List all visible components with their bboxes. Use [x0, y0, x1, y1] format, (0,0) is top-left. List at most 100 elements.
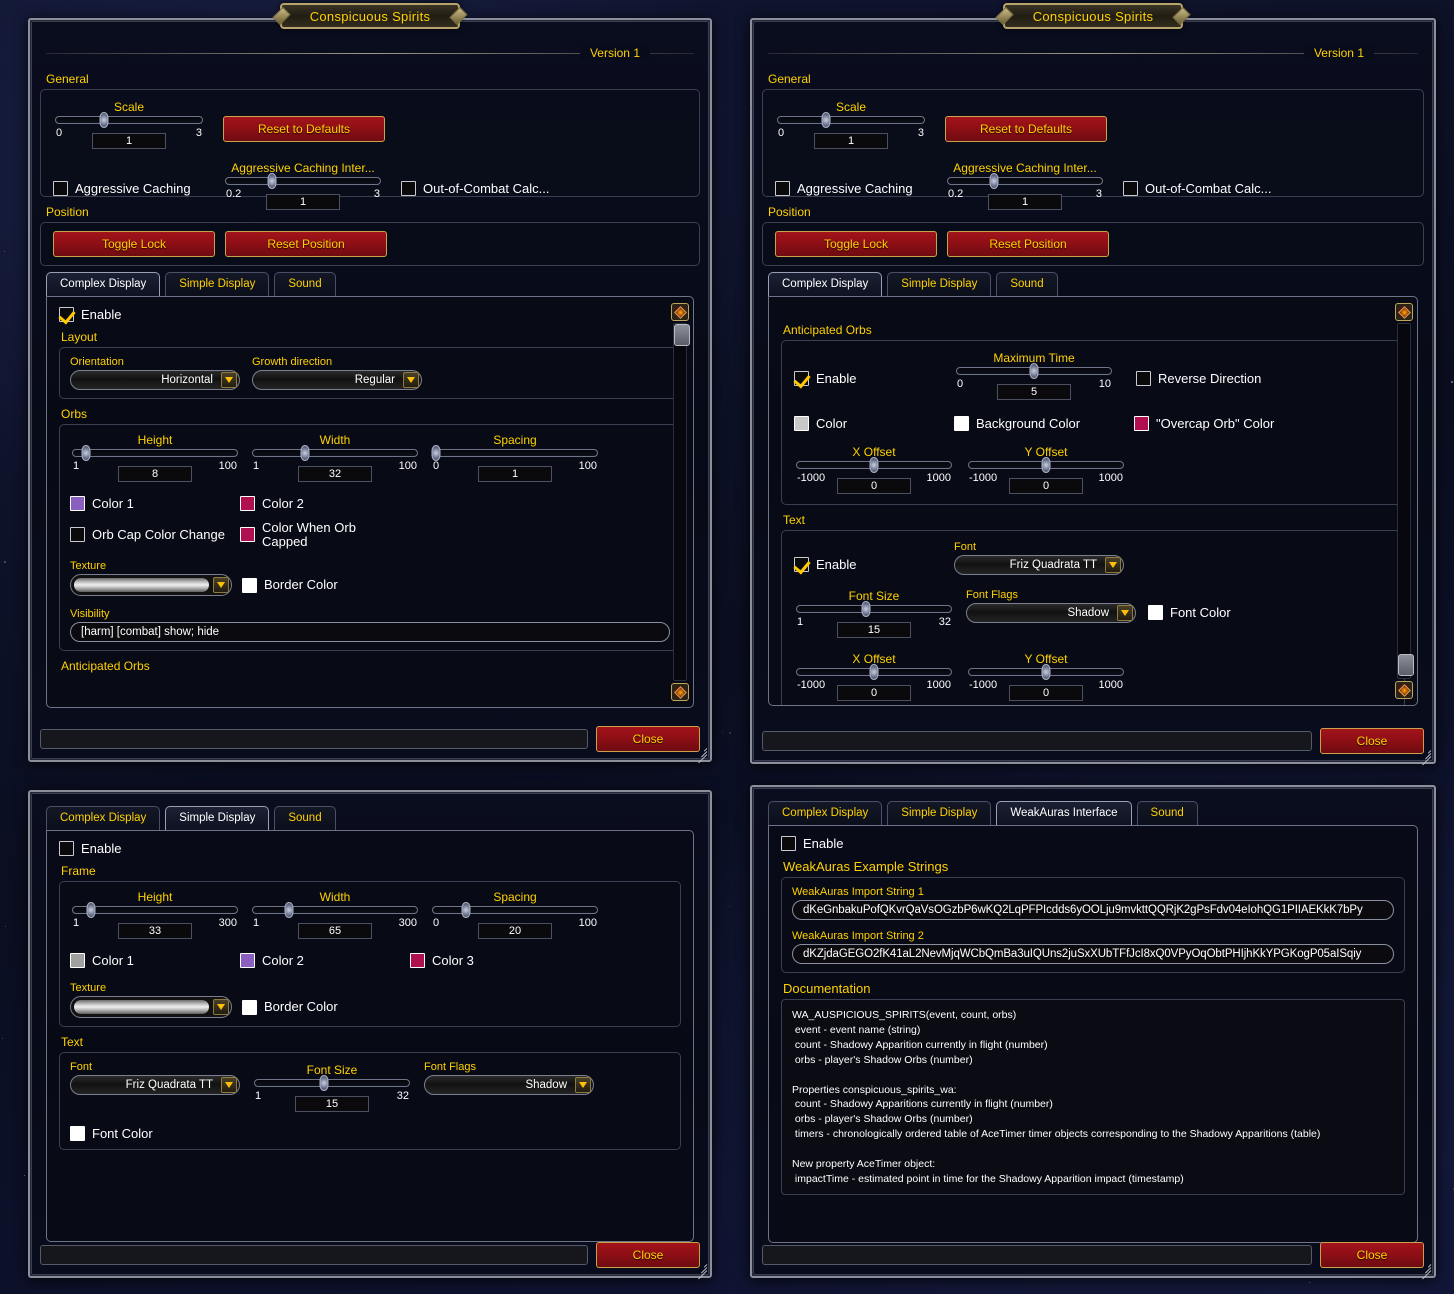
- chevron-down-icon[interactable]: [221, 372, 237, 388]
- orb-color2-row[interactable]: Color 2: [240, 496, 304, 511]
- orientation-dropdown[interactable]: Horizontal: [70, 370, 240, 390]
- resize-grip-1[interactable]: [693, 743, 707, 757]
- orb-border-color-row[interactable]: Border Color: [242, 578, 338, 593]
- frame-border-color-row[interactable]: Border Color: [242, 1000, 338, 1015]
- reset-position-button[interactable]: Reset Position: [225, 231, 387, 257]
- out-of-combat-checkbox[interactable]: [401, 181, 416, 196]
- scrollbar-track[interactable]: [1397, 323, 1411, 679]
- reset-to-defaults-button[interactable]: Reset to Defaults: [223, 116, 385, 142]
- orb-cap-color-change-checkbox[interactable]: [70, 527, 85, 542]
- orb-spacing-slider[interactable]: Spacing 0 100 1: [430, 433, 600, 482]
- tab-sound[interactable]: Sound: [274, 806, 335, 830]
- orb-width-value[interactable]: 32: [298, 466, 372, 482]
- scroll-up-button[interactable]: [1395, 303, 1413, 321]
- scale-slider[interactable]: Scale 0 3 1: [53, 100, 205, 149]
- frame-color1-swatch[interactable]: [70, 953, 85, 968]
- tab-complex-display[interactable]: Complex Display: [46, 272, 160, 296]
- complex-enable-checkbox[interactable]: [59, 307, 74, 322]
- frame-border-color-swatch[interactable]: [242, 1000, 257, 1015]
- tab-weakauras-interface[interactable]: WeakAuras Interface: [996, 801, 1131, 825]
- aggressive-caching-checkbox[interactable]: [53, 181, 68, 196]
- orb-cap-color-change-row[interactable]: Orb Cap Color Change: [70, 527, 240, 542]
- resize-grip-3[interactable]: [693, 1259, 707, 1273]
- scroll-up-button[interactable]: [671, 303, 689, 321]
- orb-spacing-value[interactable]: 1: [478, 466, 552, 482]
- chevron-down-icon[interactable]: [575, 1077, 591, 1093]
- visibility-input[interactable]: [harm] [combat] show; hide: [70, 622, 670, 642]
- frame-color3-row[interactable]: Color 3: [410, 953, 474, 968]
- tab-sound[interactable]: Sound: [274, 272, 335, 296]
- background-color-swatch[interactable]: [954, 416, 969, 431]
- simple-font-size-slider[interactable]: Font Size 1 32 15: [252, 1063, 412, 1112]
- maximum-time-value[interactable]: 5: [997, 384, 1071, 400]
- tab-complex-display[interactable]: Complex Display: [768, 272, 882, 296]
- anticipated-color-row[interactable]: Color: [794, 416, 954, 431]
- frame-spacing-slider[interactable]: Spacing 0 100 20: [430, 890, 600, 939]
- aggressive-caching-interval-slider[interactable]: Aggressive Caching Inter... 0.2 3 1: [223, 161, 383, 210]
- anticipated-color-swatch[interactable]: [794, 416, 809, 431]
- tab-simple-display[interactable]: Simple Display: [887, 272, 991, 296]
- text-y-offset-slider[interactable]: Y Offset -1000 1000 0: [966, 652, 1126, 701]
- resize-grip-4[interactable]: [1417, 1259, 1431, 1273]
- aci-value[interactable]: 1: [988, 194, 1062, 210]
- ay-value[interactable]: 0: [1009, 478, 1083, 494]
- orb-color1-swatch[interactable]: [70, 496, 85, 511]
- chevron-down-icon[interactable]: [221, 1077, 237, 1093]
- orb-height-slider[interactable]: Height 1 100 8: [70, 433, 240, 482]
- status-input-3[interactable]: [40, 1245, 588, 1265]
- orb-color2-swatch[interactable]: [240, 496, 255, 511]
- tab-simple-display[interactable]: Simple Display: [165, 806, 269, 830]
- simple-font-flags-dropdown[interactable]: Shadow: [424, 1075, 594, 1095]
- simple-enable-checkbox[interactable]: [59, 841, 74, 856]
- text-enable-row[interactable]: Enable: [794, 557, 954, 572]
- tab-complex-display[interactable]: Complex Display: [46, 806, 160, 830]
- toggle-lock-button[interactable]: Toggle Lock: [53, 231, 215, 257]
- chevron-down-icon[interactable]: [1117, 605, 1133, 621]
- frame-color2-swatch[interactable]: [240, 953, 255, 968]
- reset-position-button[interactable]: Reset Position: [947, 231, 1109, 257]
- background-color-row[interactable]: Background Color: [954, 416, 1134, 431]
- chevron-down-icon[interactable]: [1105, 557, 1121, 573]
- status-input-1[interactable]: [40, 729, 588, 749]
- reverse-direction-checkbox[interactable]: [1136, 371, 1151, 386]
- panel1-scrollbar[interactable]: [671, 303, 689, 701]
- scale-value[interactable]: 1: [92, 133, 166, 149]
- chevron-down-icon[interactable]: [403, 372, 419, 388]
- sfs-value[interactable]: 15: [295, 1096, 369, 1112]
- fs-value[interactable]: 20: [478, 923, 552, 939]
- ax-value[interactable]: 0: [837, 478, 911, 494]
- close-button-4[interactable]: Close: [1320, 1242, 1424, 1268]
- status-input-4[interactable]: [762, 1245, 1312, 1265]
- scroll-down-button[interactable]: [671, 683, 689, 701]
- scale-value[interactable]: 1: [814, 133, 888, 149]
- frame-color1-row[interactable]: Color 1: [70, 953, 240, 968]
- anticipated-enable-checkbox[interactable]: [794, 371, 809, 386]
- orb-color1-row[interactable]: Color 1: [70, 496, 240, 511]
- out-of-combat-checkbox-row[interactable]: Out-of-Combat Calc...: [1123, 181, 1271, 196]
- orb-width-slider[interactable]: Width 1 100 32: [250, 433, 420, 482]
- frame-height-slider[interactable]: Height 1 300 33: [70, 890, 240, 939]
- tab-sound[interactable]: Sound: [996, 272, 1057, 296]
- font-color-row[interactable]: Font Color: [1148, 605, 1231, 620]
- reverse-direction-row[interactable]: Reverse Direction: [1136, 371, 1261, 386]
- simple-font-color-row[interactable]: Font Color: [70, 1126, 670, 1141]
- orb-border-color-swatch[interactable]: [242, 578, 257, 593]
- fh-value[interactable]: 33: [118, 923, 192, 939]
- tab-simple-display[interactable]: Simple Display: [165, 272, 269, 296]
- close-button-3[interactable]: Close: [596, 1242, 700, 1268]
- import-string-2-input[interactable]: dKZjdaGEGO2fK41aL2NevMjqWCbQmBa3uIQUns2j…: [792, 944, 1394, 964]
- anticipated-x-offset-slider[interactable]: X Offset -1000 1000 0: [794, 445, 954, 494]
- scrollbar-track[interactable]: [673, 323, 687, 681]
- status-input-2[interactable]: [762, 731, 1312, 751]
- orb-height-value[interactable]: 8: [118, 466, 192, 482]
- aci-value[interactable]: 1: [266, 194, 340, 210]
- anticipated-y-offset-slider[interactable]: Y Offset -1000 1000 0: [966, 445, 1126, 494]
- growth-direction-dropdown[interactable]: Regular: [252, 370, 422, 390]
- tab-complex-display[interactable]: Complex Display: [768, 801, 882, 825]
- aggressive-caching-checkbox-row[interactable]: Aggressive Caching: [53, 181, 223, 196]
- resize-grip-2[interactable]: [1417, 745, 1431, 759]
- out-of-combat-checkbox-row[interactable]: Out-of-Combat Calc...: [401, 181, 549, 196]
- frame-texture-dropdown[interactable]: [70, 996, 232, 1018]
- overcap-color-row[interactable]: "Overcap Orb" Color: [1134, 416, 1274, 431]
- text-x-offset-slider[interactable]: X Offset -1000 1000 0: [794, 652, 954, 701]
